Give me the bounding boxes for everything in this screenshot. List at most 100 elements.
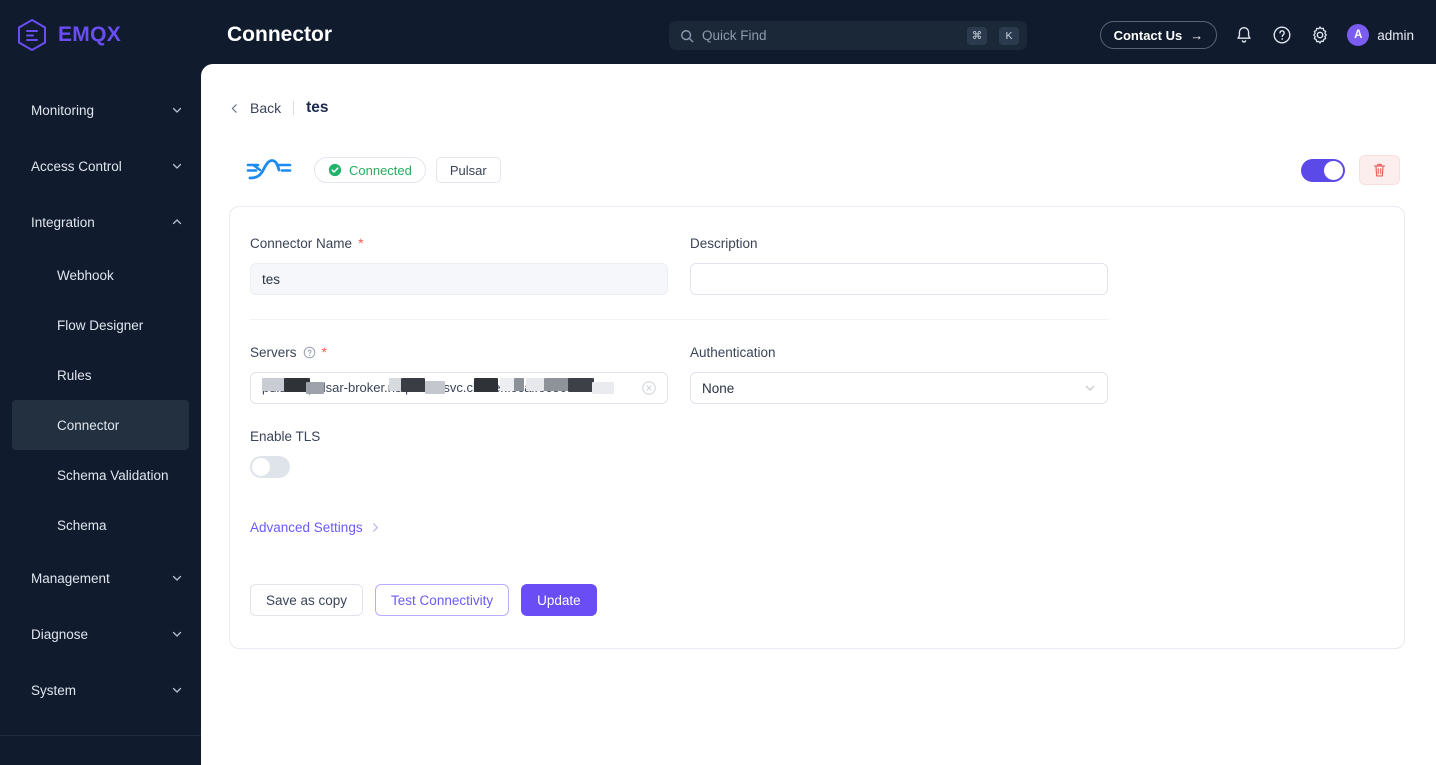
sidebar-item-connector[interactable]: Connector	[12, 400, 189, 450]
brand-logo[interactable]: EMQX	[0, 0, 201, 70]
save-as-copy-button[interactable]: Save as copy	[250, 584, 364, 616]
bell-icon[interactable]	[1233, 24, 1255, 46]
kbd-k: K	[999, 26, 1019, 45]
header-actions: Contact Us → A admin	[1099, 21, 1436, 49]
label-description: Description	[690, 233, 1108, 253]
breadcrumb-current: tes	[306, 99, 329, 116]
redaction-block	[500, 378, 514, 391]
sidebar-item-integration[interactable]: Integration	[0, 194, 201, 250]
contact-us-button[interactable]: Contact Us →	[1099, 21, 1218, 49]
sidebar-item-access-control[interactable]: Access Control	[0, 138, 201, 194]
sidebar-label-diagnose: Diagnose	[31, 626, 89, 642]
field-servers: Servers * pulsar://pulsar-broker.ns.puls…	[250, 342, 668, 537]
connector-form-card: Connector Name * tes Description Servers…	[229, 206, 1405, 649]
field-description: Description	[690, 233, 1108, 295]
sidebar-label-connector: Connector	[57, 417, 120, 433]
sidebar-label-schema: Schema	[57, 517, 107, 533]
label-description-text: Description	[690, 235, 758, 251]
help-circle-icon[interactable]	[1271, 24, 1293, 46]
status-badge-label: Connected	[349, 162, 412, 178]
chevron-left-icon	[231, 103, 237, 113]
sidebar-label-rules: Rules	[57, 367, 92, 383]
redaction-block	[474, 378, 498, 392]
sidebar-item-webhook[interactable]: Webhook	[0, 250, 201, 300]
avatar: A	[1347, 24, 1370, 46]
form-row-2: Servers * pulsar://pulsar-broker.ns.puls…	[250, 342, 1382, 537]
status-badge-connected: Connected	[314, 157, 426, 183]
chevron-up-icon	[172, 219, 182, 225]
pulsar-logo-icon	[246, 159, 292, 180]
kbd-command: ⌘	[967, 26, 987, 45]
connector-name-input[interactable]: tes	[250, 263, 668, 295]
search-placeholder: Quick Find	[702, 28, 767, 43]
sidebar-label-monitoring: Monitoring	[31, 102, 95, 118]
redaction-block	[425, 381, 445, 394]
redaction-block	[514, 378, 524, 391]
label-servers-text: Servers	[250, 344, 297, 360]
label-connector-name: Connector Name *	[250, 233, 668, 253]
main-content: Back tes Connected Pulsar Connector Name…	[201, 64, 1436, 765]
chevron-down-icon	[172, 631, 182, 637]
back-label: Back	[250, 100, 282, 116]
back-button[interactable]: Back	[229, 100, 281, 116]
check-circle-icon	[328, 163, 342, 177]
servers-input[interactable]: pulsar://pulsar-broker.ns.pulsar.svc.clu…	[250, 372, 668, 404]
sidebar-item-flow-designer[interactable]: Flow Designer	[0, 300, 201, 350]
chevron-down-icon	[172, 163, 182, 169]
sidebar-footer	[0, 735, 201, 765]
update-button[interactable]: Update	[521, 584, 597, 616]
enable-tls-toggle[interactable]	[250, 456, 290, 478]
search-icon	[681, 29, 694, 42]
advanced-settings-label: Advanced Settings	[250, 520, 363, 535]
breadcrumb: Back tes	[229, 96, 1400, 120]
sidebar-item-management[interactable]: Management	[0, 550, 201, 606]
sidebar: Monitoring Access Control Integration We…	[0, 70, 201, 765]
label-enable-tls-text: Enable TLS	[250, 428, 321, 444]
redaction-block	[568, 378, 594, 392]
sidebar-item-system[interactable]: System	[0, 662, 201, 718]
user-menu[interactable]: A admin	[1347, 24, 1414, 46]
test-connectivity-button[interactable]: Test Connectivity	[375, 584, 510, 616]
delete-connector-button[interactable]	[1359, 155, 1400, 185]
required-asterisk: *	[358, 235, 364, 251]
top-bar: EMQX Connector Quick Find ⌘ K Contact Us…	[0, 0, 1436, 70]
connector-name-value: tes	[262, 271, 281, 287]
chevron-down-icon	[1085, 385, 1095, 391]
sidebar-label-system: System	[31, 682, 77, 698]
sidebar-item-monitoring[interactable]: Monitoring	[0, 82, 201, 138]
sidebar-label-flow-designer: Flow Designer	[57, 317, 144, 333]
advanced-settings-link[interactable]: Advanced Settings	[250, 520, 381, 535]
contact-us-label: Contact Us	[1113, 27, 1183, 43]
sidebar-item-diagnose[interactable]: Diagnose	[0, 606, 201, 662]
label-authentication-text: Authentication	[690, 344, 776, 360]
label-connector-name-text: Connector Name	[250, 235, 353, 251]
redaction-block	[401, 378, 425, 392]
connector-status-row: Connected Pulsar	[229, 154, 1400, 186]
description-input[interactable]	[690, 263, 1108, 295]
redaction-block	[306, 382, 324, 394]
help-circle-icon[interactable]	[303, 346, 316, 359]
clear-icon[interactable]	[642, 381, 656, 395]
enable-connector-toggle[interactable]	[1301, 158, 1345, 182]
sidebar-item-rules[interactable]: Rules	[0, 350, 201, 400]
gear-icon[interactable]	[1309, 24, 1331, 46]
emqx-hexagon-icon	[18, 18, 46, 52]
sidebar-label-webhook: Webhook	[57, 267, 114, 283]
label-servers: Servers *	[250, 342, 668, 362]
page-title: Connector	[227, 23, 332, 46]
form-row-1: Connector Name * tes Description	[250, 233, 1382, 295]
field-authentication: Authentication None	[690, 342, 1108, 537]
username-label: admin	[1377, 27, 1414, 43]
redaction-block	[526, 378, 544, 391]
redaction-block	[544, 378, 570, 391]
sidebar-item-schema-validation[interactable]: Schema Validation	[0, 450, 201, 500]
field-enable-tls: Enable TLS	[250, 426, 668, 478]
servers-value-wrapper: pulsar://pulsar-broker.ns.pulsar.svc.clu…	[262, 378, 642, 396]
trash-icon	[1374, 163, 1385, 177]
connector-type-label: Pulsar	[449, 162, 487, 178]
authentication-select[interactable]: None	[690, 372, 1108, 404]
search-input[interactable]: Quick Find ⌘ K	[669, 21, 1027, 50]
breadcrumb-separator	[293, 101, 295, 115]
chevron-down-icon	[172, 107, 182, 113]
sidebar-item-schema[interactable]: Schema	[0, 500, 201, 550]
